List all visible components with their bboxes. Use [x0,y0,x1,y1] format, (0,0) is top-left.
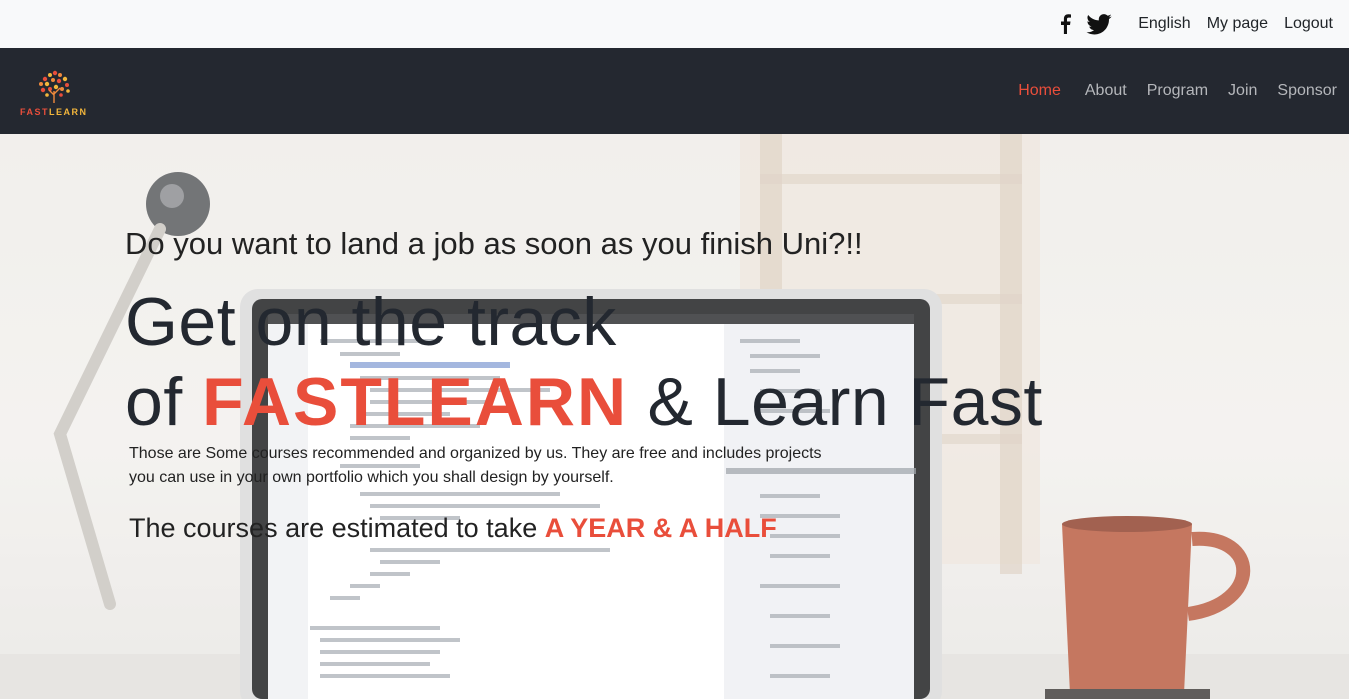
headline-of: of [125,364,203,440]
headline-brand: FASTLEARN [202,364,629,440]
brand-name-part1: FAST [20,107,50,117]
my-page-link[interactable]: My page [1207,15,1268,33]
nav-item-program[interactable]: Program [1147,82,1208,100]
brand-name-part2: LEARN [49,107,88,117]
logout-link[interactable]: Logout [1284,15,1333,33]
main-navbar: FASTLEARN Home About Program Join Sponso… [0,48,1349,134]
language-selector[interactable]: English [1138,15,1190,33]
hero-tagline: Do you want to land a job as soon as you… [125,226,863,261]
brand-logo[interactable]: FASTLEARN [20,69,88,117]
hero-headline: Get on the track of FASTLEARN & Learn Fa… [125,282,1043,442]
course-duration: The courses are estimated to take A YEAR… [129,513,777,544]
nav-links: Home About Program Join Sponsor [998,82,1337,100]
brand-name: FASTLEARN [20,107,88,117]
nav-item-home[interactable]: Home [1018,82,1061,100]
headline-line-2: of FASTLEARN & Learn Fast [125,362,1043,442]
hero-description: Those are Some courses recommended and o… [129,445,822,486]
social-links [1044,13,1112,35]
brain-tree-icon [38,70,70,103]
twitter-icon[interactable] [1086,13,1112,35]
facebook-icon[interactable] [1058,14,1072,34]
nav-item-about[interactable]: About [1085,82,1127,100]
duration-highlight: A YEAR & A HALF [544,513,777,543]
duration-prefix: The courses are estimated to take [129,513,545,543]
headline-rest: & Learn Fast [628,364,1043,440]
headline-line-1: Get on the track [125,284,617,360]
hero-section: Do you want to land a job as soon as you… [0,134,1349,699]
nav-item-join[interactable]: Join [1228,82,1257,100]
top-utility-bar: English My page Logout [0,0,1349,48]
nav-item-sponsor[interactable]: Sponsor [1277,82,1337,100]
